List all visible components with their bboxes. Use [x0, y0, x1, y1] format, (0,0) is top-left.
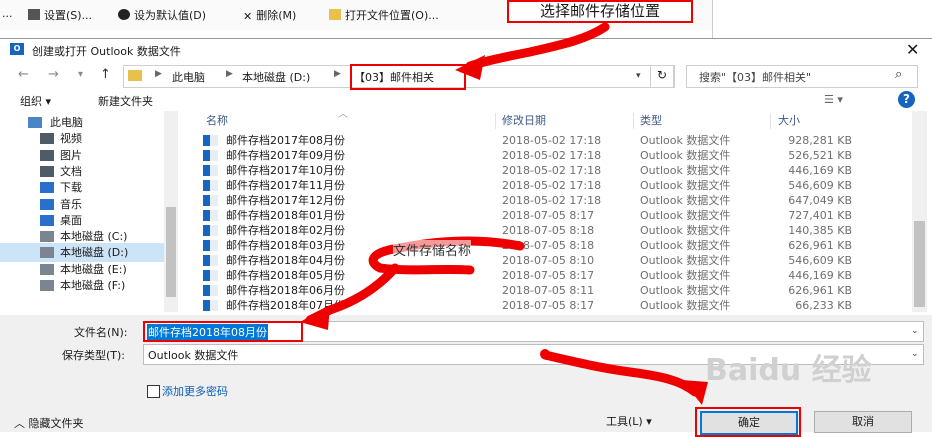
arrowhead-filename [300, 305, 330, 330]
arrow-to-address [465, 22, 610, 71]
arrowhead-address [455, 55, 485, 80]
annotation-dot [540, 349, 550, 359]
annotation-filename-label: 文件存储名称 [393, 240, 472, 259]
arrow-to-ok [540, 350, 700, 397]
watermark: Baidu 经验 [705, 353, 872, 388]
